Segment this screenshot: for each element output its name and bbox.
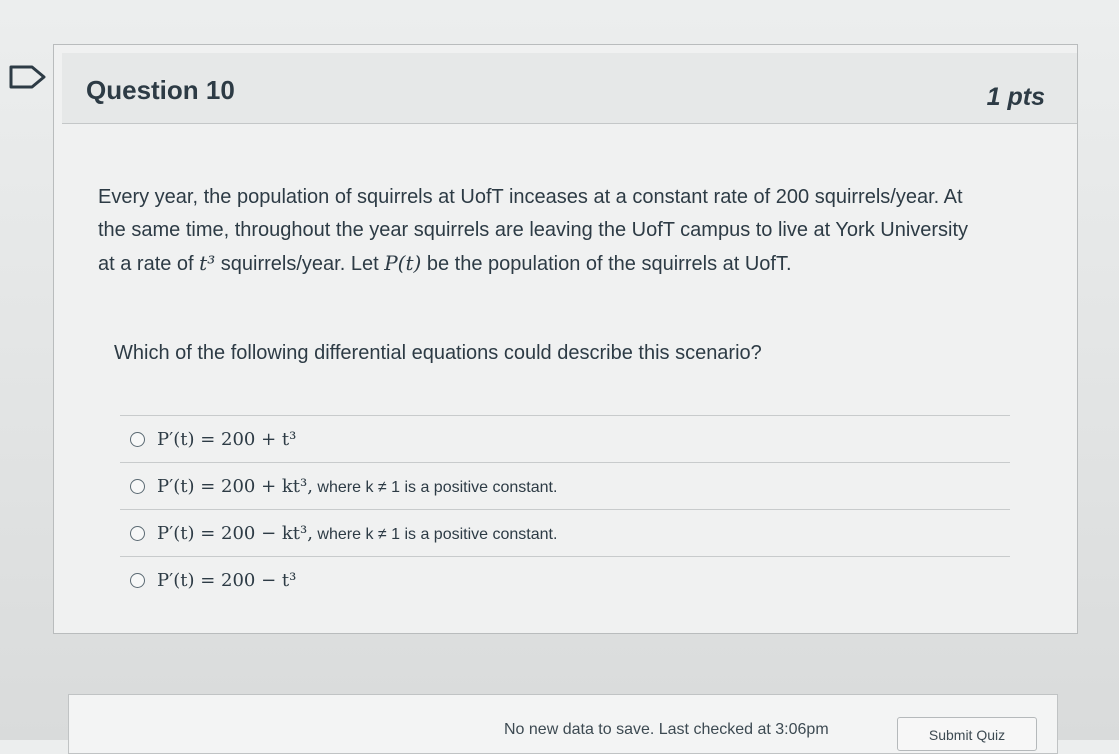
answer-option-4[interactable]: P′(t) = 200 − t³ (120, 556, 1010, 603)
question-text-line-3: at a rate of t³ squirrels/year. Let P(t)… (98, 247, 1038, 281)
text-fragment: at a rate of (98, 253, 200, 275)
quiz-footer: No new data to save. Last checked at 3:0… (68, 694, 1058, 754)
save-status: No new data to save. Last checked at 3:0… (504, 721, 829, 738)
answer-label: P′(t) = 200 + kt³, where k ≠ 1 is a posi… (157, 475, 558, 497)
radio-button[interactable] (130, 525, 145, 541)
answer-list: P′(t) = 200 + t³ P′(t) = 200 + kt³, wher… (120, 415, 1010, 603)
question-header: Question 10 1 pts (62, 53, 1077, 124)
math-p-of-t: P(t) (384, 251, 422, 275)
text-fragment: squirrels/year. Let (215, 253, 385, 275)
answer-option-3[interactable]: P′(t) = 200 − kt³, where k ≠ 1 is a posi… (120, 509, 1010, 556)
answer-option-2[interactable]: P′(t) = 200 + kt³, where k ≠ 1 is a posi… (120, 462, 1010, 509)
answer-label: P′(t) = 200 + t³ (157, 428, 297, 450)
submit-quiz-button[interactable]: Submit Quiz (897, 717, 1037, 751)
flag-question-icon[interactable] (8, 64, 48, 90)
question-prompt: Which of the following differential equa… (114, 342, 762, 364)
question-text-line-1: Every year, the population of squirrels … (98, 186, 963, 208)
math-t-cubed: t³ (199, 251, 216, 275)
radio-button[interactable] (130, 572, 145, 588)
question-title: Question 10 (86, 75, 235, 105)
radio-button[interactable] (130, 431, 145, 447)
question-text: Every year, the population of squirrels … (98, 181, 1038, 281)
question-points: 1 pts (986, 83, 1045, 111)
answer-label: P′(t) = 200 − t³ (157, 569, 297, 591)
answer-label: P′(t) = 200 − kt³, where k ≠ 1 is a posi… (157, 522, 558, 544)
answer-option-1[interactable]: P′(t) = 200 + t³ (120, 415, 1010, 462)
question-text-line-2: the same time, throughout the year squir… (98, 219, 969, 241)
text-fragment: be the population of the squirrels at Uo… (421, 253, 792, 275)
radio-button[interactable] (130, 478, 145, 494)
question-card: Question 10 1 pts Every year, the popula… (53, 44, 1078, 634)
